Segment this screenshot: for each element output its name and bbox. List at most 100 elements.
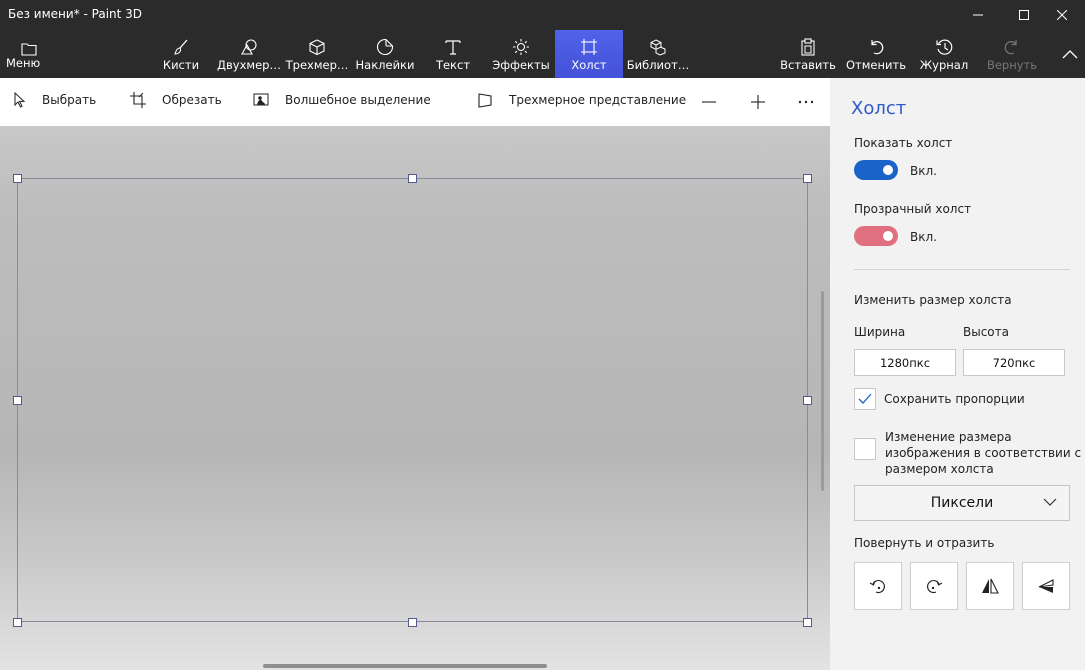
resize-handle[interactable]	[408, 174, 417, 183]
resize-handle[interactable]	[803, 396, 812, 405]
tab-stickers-label: Наклейки	[355, 58, 415, 72]
units-value: Пиксели	[930, 495, 994, 511]
tab-brushes-label: Кисти	[162, 58, 200, 72]
window-title: Без имени* - Paint 3D	[8, 7, 143, 21]
resize-canvas-title: Изменить размер холста	[854, 293, 1012, 307]
more-options-button[interactable]	[797, 94, 829, 110]
resize-handle[interactable]	[803, 174, 812, 183]
height-input[interactable]: 720пкс	[963, 349, 1065, 376]
minimize-button[interactable]	[955, 0, 1001, 30]
minus-icon	[702, 101, 716, 103]
canvas-area[interactable]	[17, 178, 808, 622]
ribbon: Меню Кисти Двухмер… Трехмер… Наклейки Те…	[0, 30, 1085, 78]
flip-horizontal-icon	[982, 578, 999, 594]
tab-effects[interactable]: Эффекты	[492, 30, 550, 78]
resize-handle[interactable]	[13, 618, 22, 627]
menu-label: Меню	[6, 56, 41, 70]
canvas-panel: Холст Показать холст Вкл. Прозрачный хол…	[830, 78, 1085, 670]
history-button[interactable]: Журнал	[918, 30, 970, 78]
tab-library[interactable]: Библиот…	[627, 30, 689, 78]
resize-handle[interactable]	[13, 174, 22, 183]
resize-image-label-line2: изображения в соответствии с	[885, 446, 1082, 460]
paste-button[interactable]: Вставить	[780, 30, 836, 78]
rotate-left-button[interactable]	[854, 562, 902, 610]
rotate-right-button[interactable]	[910, 562, 958, 610]
tab-2d-shapes[interactable]: Двухмер…	[216, 30, 282, 78]
select-label: Выбрать	[42, 93, 97, 107]
resize-handle[interactable]	[803, 618, 812, 627]
library-icon	[650, 39, 666, 56]
magic-select-icon	[253, 93, 269, 106]
show-canvas-label: Показать холст	[854, 136, 953, 150]
width-input[interactable]: 1280пкс	[854, 349, 956, 376]
tab-canvas-label: Холст	[571, 58, 607, 72]
rotate-right-icon	[927, 580, 943, 594]
magic-select-label: Волшебное выделение	[285, 93, 431, 107]
tab-canvas[interactable]: Холст	[555, 30, 623, 78]
crop-label: Обрезать	[162, 93, 222, 107]
rotate-left-icon	[869, 580, 885, 594]
redo-button[interactable]: Вернуть	[986, 30, 1038, 78]
folder-icon	[21, 43, 37, 56]
transparent-canvas-label: Прозрачный холст	[854, 202, 972, 216]
close-button[interactable]	[1039, 0, 1085, 30]
effects-icon	[513, 39, 529, 55]
divider	[854, 269, 1070, 270]
canvas-icon	[581, 39, 597, 55]
magic-select-button[interactable]: Волшебное выделение	[253, 92, 431, 108]
transparent-canvas-toggle[interactable]	[854, 226, 898, 246]
2d-shapes-icon	[241, 39, 257, 55]
keep-ratio-label: Сохранить пропорции	[884, 392, 1025, 406]
crop-button[interactable]: Обрезать	[130, 92, 222, 108]
keep-ratio-checkbox[interactable]	[854, 388, 876, 410]
zoom-in-button[interactable]	[750, 94, 780, 110]
collapse-ribbon-button[interactable]	[1056, 30, 1084, 78]
canvas-toolbar: Выбрать Обрезать Волшебное выделение Тре…	[0, 78, 830, 126]
maximize-icon	[1019, 10, 1029, 20]
tab-text[interactable]: Текст	[430, 30, 476, 78]
3d-view-button[interactable]: Трехмерное представление	[477, 92, 686, 108]
crop-icon	[130, 92, 146, 108]
tab-3d-shapes[interactable]: Трехмер…	[286, 30, 348, 78]
flip-horizontal-button[interactable]	[966, 562, 1014, 610]
tab-brushes[interactable]: Кисти	[158, 30, 204, 78]
tab-3d-shapes-label: Трехмер…	[285, 58, 349, 72]
show-canvas-toggle[interactable]	[854, 160, 898, 180]
title-bar: Без имени* - Paint 3D	[0, 0, 1085, 30]
tab-stickers[interactable]: Наклейки	[354, 30, 416, 78]
tab-effects-label: Эффекты	[492, 58, 550, 72]
width-label: Ширина	[854, 325, 906, 339]
flip-vertical-button[interactable]	[1022, 562, 1070, 610]
close-icon	[1057, 10, 1067, 20]
workspace[interactable]	[0, 126, 830, 670]
menu-button[interactable]: Меню	[6, 30, 52, 78]
zoom-out-button[interactable]	[701, 94, 731, 110]
select-button[interactable]: Выбрать	[12, 92, 96, 108]
tab-2d-shapes-label: Двухмер…	[217, 58, 281, 72]
paste-label: Вставить	[780, 58, 836, 72]
units-dropdown[interactable]: Пиксели	[854, 485, 1070, 521]
chevron-down-icon	[1043, 498, 1057, 506]
minimize-icon	[973, 14, 983, 16]
3d-shapes-icon	[309, 39, 325, 56]
flip-vertical-icon	[1038, 579, 1054, 593]
horizontal-scrollbar[interactable]	[263, 664, 547, 668]
vertical-scrollbar[interactable]	[821, 291, 824, 491]
resize-handle[interactable]	[408, 618, 417, 627]
resize-image-label-line1: Изменение размера	[885, 430, 1012, 444]
undo-label: Отменить	[846, 58, 906, 72]
history-label: Журнал	[919, 58, 969, 72]
text-icon	[445, 40, 461, 55]
plus-icon	[751, 95, 765, 109]
height-label: Высота	[963, 325, 1009, 339]
resize-image-checkbox[interactable]	[854, 438, 876, 460]
clipboard-icon	[801, 38, 815, 56]
cursor-icon	[14, 92, 26, 108]
undo-button[interactable]: Отменить	[846, 30, 906, 78]
resize-handle[interactable]	[13, 396, 22, 405]
3d-view-icon	[478, 93, 492, 108]
tab-library-label: Библиот…	[626, 58, 690, 72]
transparent-canvas-state: Вкл.	[910, 230, 937, 244]
3d-view-label: Трехмерное представление	[509, 93, 687, 107]
panel-title: Холст	[851, 98, 907, 119]
